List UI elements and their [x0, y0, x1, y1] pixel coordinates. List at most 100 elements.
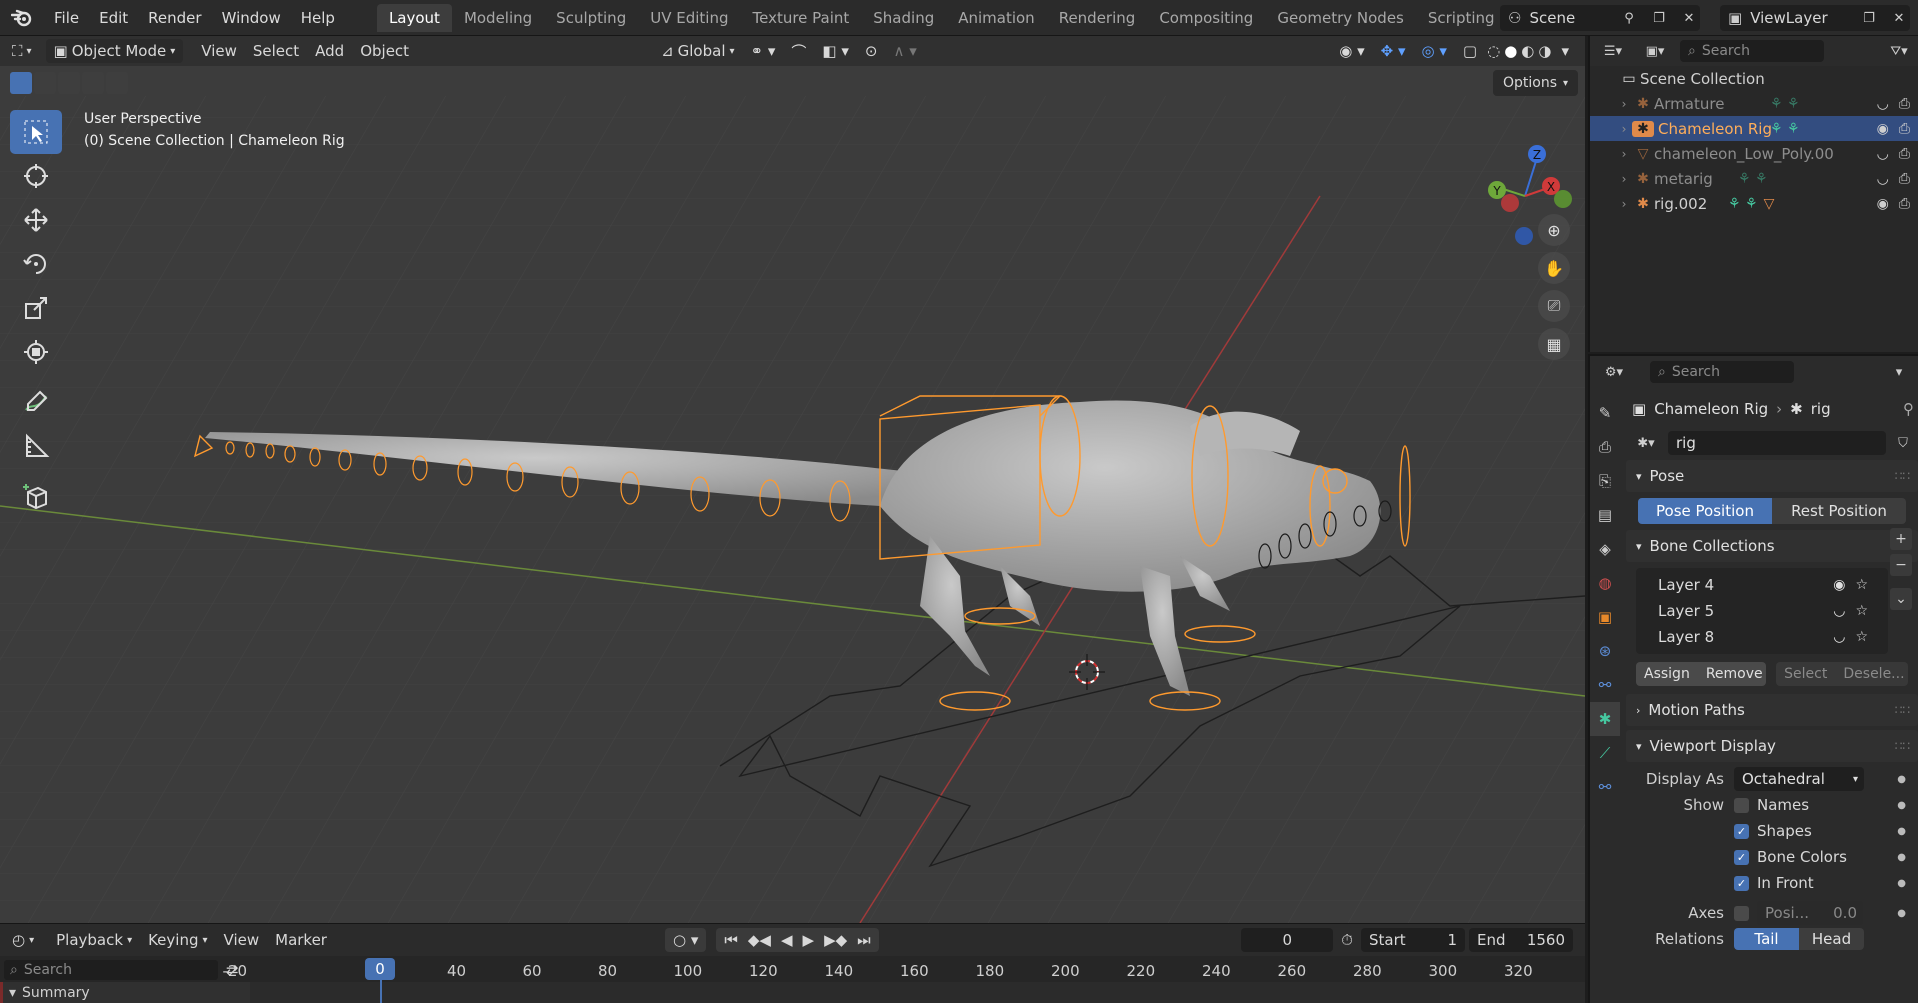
menu-timeline-view[interactable]: View — [216, 928, 268, 952]
tab-layout[interactable]: Layout — [376, 3, 452, 32]
tab-sculpting[interactable]: Sculpting — [544, 4, 638, 32]
select-box-tool[interactable] — [10, 110, 62, 154]
bone-constraints-tab-icon[interactable]: ⚯ — [1590, 770, 1620, 804]
viewport-display-panel-header[interactable]: ▾ Viewport Display ∷∷ — [1626, 730, 1918, 762]
chevron-right-icon[interactable]: › — [1616, 97, 1632, 111]
browse-armature-icon[interactable]: ✱▾ — [1630, 432, 1662, 454]
outliner-item-chameleon-rig[interactable]: › ✱ Chameleon Rig ⚘ ⚘ ◉ ⎙ — [1590, 116, 1918, 141]
eye-closed-icon[interactable]: ◡ — [1833, 629, 1845, 645]
falloff-button[interactable]: ∧ ▾ — [885, 39, 924, 63]
gizmo-neg-z[interactable] — [1515, 227, 1533, 245]
menu-playback[interactable]: Playback ▾ — [48, 928, 140, 952]
cursor-tool[interactable] — [10, 154, 62, 198]
star-icon[interactable]: ☆ — [1855, 577, 1868, 593]
star-icon[interactable]: ☆ — [1855, 603, 1868, 619]
close-icon[interactable]: ✕ — [1888, 7, 1910, 29]
new-view-layer-icon[interactable]: ❐ — [1858, 7, 1880, 29]
outliner-item-metarig[interactable]: › ✱ metarig ⚘ ⚘ ◡ ⎙ — [1590, 166, 1918, 191]
prev-keyframe-icon[interactable]: ◆◀ — [748, 931, 771, 949]
end-frame-field[interactable]: End 1560 — [1469, 928, 1573, 952]
camera-icon[interactable]: ⎙ — [1899, 171, 1910, 187]
remove-button[interactable]: Remove — [1697, 662, 1767, 686]
eye-closed-icon[interactable]: ◡ — [1877, 96, 1889, 112]
3d-viewport[interactable]: Z Y X ⛶ ▾ ▣ Object Mode ▾ View Select Add… — [0, 36, 1585, 923]
remove-collection-icon[interactable]: − — [1890, 554, 1912, 576]
select-subtract-button[interactable] — [58, 72, 80, 94]
pose-position-button[interactable]: Pose Position — [1638, 498, 1772, 524]
menu-help[interactable]: Help — [291, 0, 345, 36]
drag-handle-icon[interactable]: ∷∷ — [1895, 739, 1910, 753]
collection-menu-icon[interactable]: ⌄ — [1890, 588, 1912, 610]
select-extend-button[interactable] — [34, 72, 56, 94]
overlay-toggle[interactable]: ◎ ▾ — [1414, 39, 1455, 63]
transform-tool[interactable] — [10, 330, 62, 374]
stopwatch-icon[interactable]: ⏱ — [1333, 928, 1361, 952]
tab-geometry-nodes[interactable]: Geometry Nodes — [1265, 4, 1416, 32]
play-icon[interactable]: ▶ — [803, 931, 815, 949]
select-new-button[interactable] — [10, 72, 32, 94]
shading-material-icon[interactable]: ◐ — [1519, 39, 1536, 63]
keyframe-dot-icon[interactable]: ● — [1897, 800, 1906, 811]
menu-add[interactable]: Add — [307, 39, 352, 63]
annotate-tool[interactable] — [10, 380, 62, 424]
auto-keying-toggle[interactable]: ○ ▾ — [664, 928, 707, 952]
close-icon[interactable]: ✕ — [1678, 7, 1700, 29]
output-tab-icon[interactable]: ⎘ — [1590, 464, 1620, 498]
outliner-editor-type-button[interactable]: ☰▾ — [1596, 40, 1630, 62]
head-button[interactable]: Head — [1799, 928, 1864, 950]
outliner-item-rig-002[interactable]: › ✱ rig.002 ⚘ ⚘ ▽ ◉ ⎙ — [1590, 191, 1918, 216]
camera-icon[interactable]: ⎙ — [1899, 96, 1910, 112]
eye-icon[interactable]: ◉ — [1833, 577, 1845, 593]
options-dropdown[interactable]: Options ▾ — [1493, 70, 1579, 96]
rotate-tool[interactable] — [10, 242, 62, 286]
menu-keying[interactable]: Keying ▾ — [140, 928, 215, 952]
tail-button[interactable]: Tail — [1734, 928, 1799, 950]
editor-type-button[interactable]: ⛶ ▾ — [0, 39, 40, 63]
shapes-checkbox[interactable]: ✓ — [1734, 823, 1749, 839]
chevron-right-icon[interactable]: › — [1616, 122, 1632, 136]
pose-panel-header[interactable]: ▾ Pose ∷∷ — [1626, 460, 1918, 492]
shading-rendered-icon[interactable]: ◑ — [1536, 39, 1553, 63]
axes-position-field[interactable]: Posi... 0.0 — [1757, 901, 1863, 925]
list-item[interactable]: Layer 8 ◡ ☆ — [1636, 624, 1888, 650]
camera-icon[interactable]: ⎙ — [1899, 146, 1910, 162]
view-layer-selector[interactable]: ▣ ViewLayer ❐ ✕ — [1720, 5, 1910, 31]
properties-editor-type-button[interactable]: ⚙▾ — [1596, 361, 1632, 383]
select-button[interactable]: Select — [1776, 662, 1836, 686]
timeline-search-input[interactable]: ⌕ Search — [4, 960, 218, 980]
current-frame-field[interactable]: 0 — [1241, 928, 1334, 952]
list-item[interactable]: Layer 5 ◡ ☆ — [1636, 598, 1888, 624]
transform-orientation-dropdown[interactable]: ⊿ Global ▾ — [653, 39, 742, 63]
constraints-tab-icon[interactable]: ⚯ — [1590, 668, 1620, 702]
eye-icon[interactable]: ◉ — [1877, 121, 1889, 137]
datablock-name-field[interactable]: rig — [1668, 431, 1886, 455]
gizmo-neg-x[interactable] — [1501, 194, 1519, 212]
tool-tab-icon[interactable]: ✎ — [1590, 396, 1620, 430]
mode-selector[interactable]: ▣ Object Mode ▾ — [45, 39, 184, 63]
new-scene-icon[interactable]: ❐ — [1648, 7, 1670, 29]
tab-shading[interactable]: Shading — [861, 4, 946, 32]
gizmo-toggle[interactable]: ✥ ▾ — [1373, 39, 1414, 63]
eye-closed-icon[interactable]: ◡ — [1877, 146, 1889, 162]
pin-icon[interactable]: ⚲ — [1903, 400, 1914, 418]
tab-rendering[interactable]: Rendering — [1047, 4, 1148, 32]
names-checkbox[interactable] — [1734, 797, 1749, 813]
snap-settings-button[interactable]: ◧ ▾ — [814, 39, 856, 63]
assign-button[interactable]: Assign — [1636, 662, 1698, 686]
outliner-search-input[interactable]: ⌕ Search — [1680, 40, 1824, 62]
eye-icon[interactable]: ◉ — [1877, 196, 1889, 212]
proportional-edit-toggle[interactable]: ⊙ — [857, 39, 886, 63]
menu-select[interactable]: Select — [245, 39, 307, 63]
menu-window[interactable]: Window — [212, 0, 291, 36]
camera-view-icon[interactable]: ⎚ — [1538, 290, 1570, 322]
tab-compositing[interactable]: Compositing — [1147, 4, 1265, 32]
pin-icon[interactable]: ⚲ — [1618, 7, 1640, 29]
select-invert-button[interactable] — [82, 72, 104, 94]
outliner-item-armature[interactable]: › ✱ Armature ⚘ ⚘ ◡ ⎙ — [1590, 91, 1918, 116]
xray-toggle[interactable]: ▢ — [1455, 39, 1485, 63]
shading-solid-icon[interactable]: ● — [1502, 39, 1519, 63]
keyframe-dot-icon[interactable]: ● — [1897, 908, 1906, 919]
pan-hand-icon[interactable]: ✋ — [1538, 252, 1570, 284]
options-chevron-icon[interactable]: ▾ — [1888, 361, 1910, 383]
menu-marker[interactable]: Marker — [267, 928, 335, 952]
